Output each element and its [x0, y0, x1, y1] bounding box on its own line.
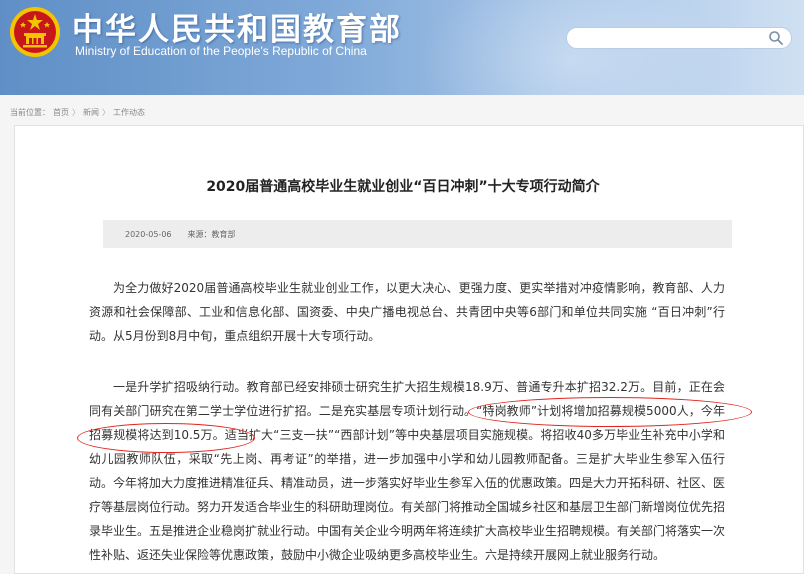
- article-meta: 2020-05-06 来源：教育部: [103, 220, 732, 248]
- article-title: 2020届普通高校毕业生就业创业“百日冲刺”十大专项行动简介: [206, 179, 600, 195]
- site-title: 中华人民共和国教育部: [72, 12, 402, 48]
- article-panel: 2020届普通高校毕业生就业创业“百日冲刺”十大专项行动简介 2020-05-0…: [14, 125, 804, 574]
- search-icon[interactable]: [768, 30, 784, 46]
- annotation-circle: [77, 423, 255, 453]
- article-date: 2020-05-06: [125, 229, 172, 239]
- article-paragraph: 为全力做好2020届普通高校毕业生就业创业工作，以更大决心、更强力度、更实举措对…: [89, 281, 725, 343]
- breadcrumb-news[interactable]: 新闻: [83, 107, 99, 118]
- site-subtitle: Ministry of Education of the People's Re…: [75, 44, 367, 58]
- breadcrumb-home[interactable]: 首页: [53, 107, 69, 118]
- national-emblem-icon: [10, 7, 60, 57]
- article-source: 来源：教育部: [187, 229, 236, 239]
- search-input[interactable]: [566, 27, 792, 49]
- site-header: 中华人民共和国教育部 Ministry of Education of the …: [0, 0, 804, 95]
- breadcrumb: 当前位置： 首页 〉 新闻 〉 工作动态: [10, 105, 148, 119]
- breadcrumb-prefix: 当前位置：: [10, 107, 50, 117]
- annotation-circle: [468, 397, 752, 427]
- breadcrumb-separator: 〉: [102, 107, 110, 117]
- breadcrumb-separator: 〉: [72, 107, 80, 117]
- breadcrumb-work-news[interactable]: 工作动态: [113, 107, 145, 118]
